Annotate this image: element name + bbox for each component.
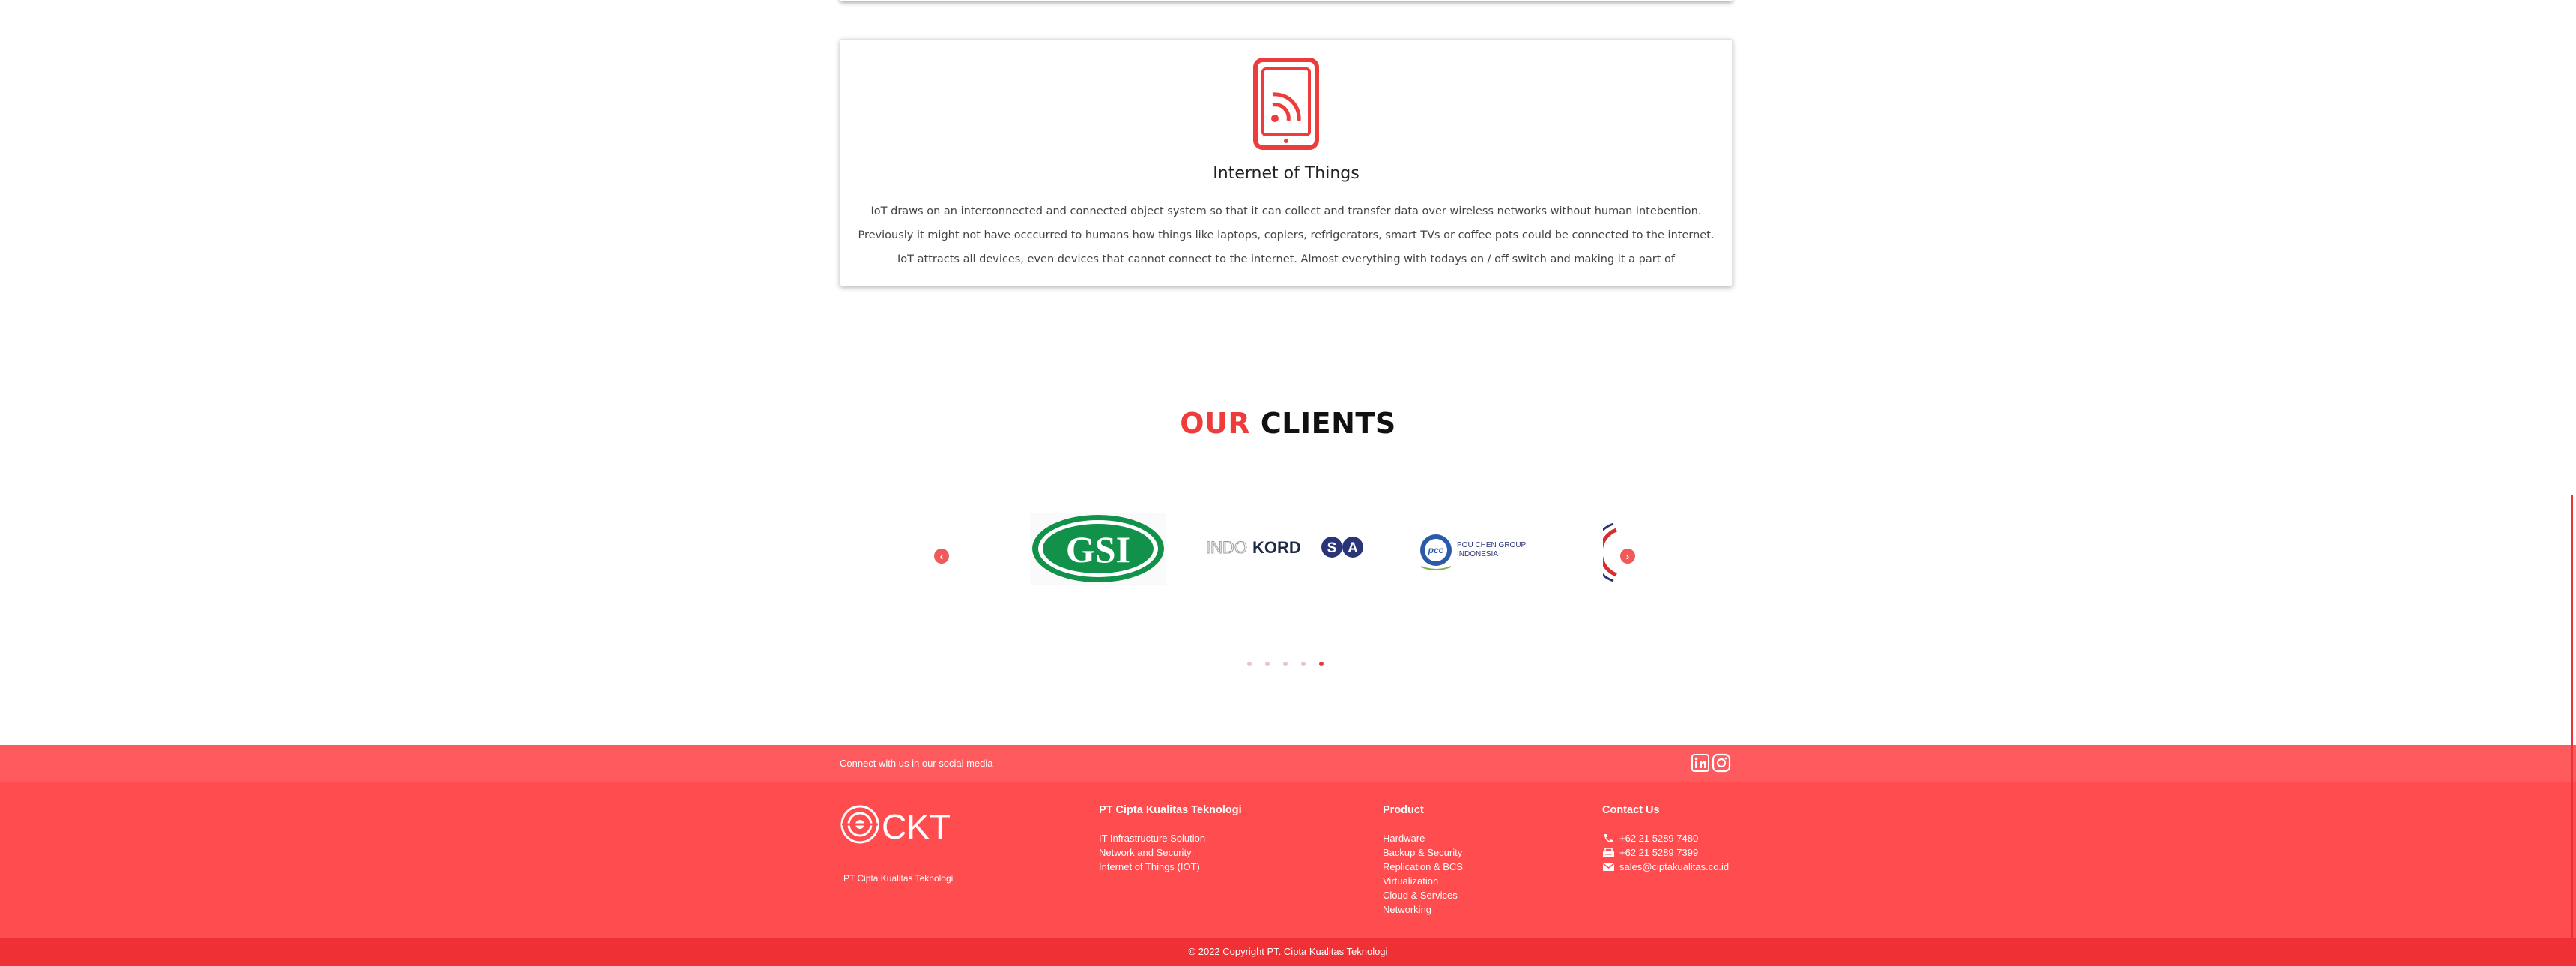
carousel-dot-active[interactable] xyxy=(1319,662,1324,666)
carousel-dot[interactable] xyxy=(1301,662,1306,666)
contact-email-text: sales@ciptakualitas.co.id xyxy=(1619,861,1730,872)
carousel-dot[interactable] xyxy=(1247,662,1252,666)
brand-name: PT Cipta Kualitas Teknologi xyxy=(843,873,954,884)
carousel-prev-button[interactable]: ‹ xyxy=(934,549,949,564)
service-description: IoT draws on an interconnected and conne… xyxy=(858,205,1715,265)
client-logo-pouchen: pcc POU CHEN GROUP INDONESIA xyxy=(1418,532,1530,574)
iot-tablet-icon xyxy=(1253,58,1319,150)
brand-logo-text: CKT xyxy=(882,807,951,846)
clients-heading-rest: CLIENTS xyxy=(1260,407,1396,440)
indokordsa-text-b: KORD xyxy=(1252,538,1301,557)
contact-email[interactable]: sales@ciptakualitas.co.id xyxy=(1602,860,1729,874)
footer-company-column: PT Cipta Kualitas Teknologi IT Infrastru… xyxy=(1099,804,1242,874)
footer-link[interactable]: Internet of Things (IOT) xyxy=(1099,860,1242,874)
svg-text:S: S xyxy=(1327,540,1337,556)
social-bar: Connect with us in our social media xyxy=(0,745,2576,782)
copyright-text: © 2022 Copyright PT. Cipta Kualitas Tekn… xyxy=(1188,946,1388,957)
contact-fax[interactable]: +62 21 5289 7399 xyxy=(1602,845,1729,860)
carousel-next-button[interactable]: › xyxy=(1620,549,1635,564)
instagram-icon[interactable] xyxy=(1712,753,1731,773)
copyright-bar: © 2022 Copyright PT. Cipta Kualitas Tekn… xyxy=(0,938,2576,966)
pouchen-line1: POU CHEN GROUP xyxy=(1457,541,1527,549)
contact-fax-text: +62 21 5289 7399 xyxy=(1619,847,1699,858)
carousel-dot[interactable] xyxy=(1265,662,1270,666)
indokordsa-text-a: INDO xyxy=(1206,538,1247,557)
footer: CKT PT Cipta Kualitas Teknologi PT Cipta… xyxy=(0,782,2576,938)
client-logo-gsi: GSI xyxy=(1030,513,1166,585)
pouchen-line2: INDONESIA xyxy=(1457,550,1498,558)
chevron-right-icon: › xyxy=(1625,550,1630,562)
carousel-dot[interactable] xyxy=(1283,662,1288,666)
footer-link[interactable]: Virtualization xyxy=(1383,874,1463,888)
service-card-iot: Internet of Things IoT draws on an inter… xyxy=(840,39,1733,286)
footer-link[interactable]: Cloud & Services xyxy=(1383,888,1463,902)
brand-logo: CKT PT Cipta Kualitas Teknologi xyxy=(840,804,967,884)
svg-text:A: A xyxy=(1348,540,1358,556)
social-text: Connect with us in our social media xyxy=(840,758,993,769)
fax-icon xyxy=(1603,847,1614,857)
client-logo-partial xyxy=(1603,522,1618,582)
chevron-left-icon: ‹ xyxy=(939,550,944,562)
pouchen-mark: pcc xyxy=(1428,545,1444,555)
scrollbar-thumb[interactable] xyxy=(2571,495,2573,966)
clients-carousel: ‹ GSI INDO KORD S A SA pcc POU CHEN GROU… xyxy=(921,502,1655,607)
footer-link[interactable]: Network and Security xyxy=(1099,845,1242,860)
phone-icon xyxy=(1604,833,1613,842)
clients-heading: OUR CLIENTS xyxy=(0,407,2576,440)
footer-link[interactable]: Backup & Security xyxy=(1383,845,1463,860)
footer-link[interactable]: Replication & BCS xyxy=(1383,860,1463,874)
footer-product-title: Product xyxy=(1383,804,1424,816)
footer-link[interactable]: Hardware xyxy=(1383,831,1463,845)
footer-contact-title: Contact Us xyxy=(1602,804,1660,816)
previous-card-edge xyxy=(840,0,1733,1)
client-logo-indokordsa: INDO KORD S A SA xyxy=(1204,532,1366,562)
footer-link[interactable]: IT Infrastructure Solution xyxy=(1099,831,1242,845)
email-icon xyxy=(1603,863,1614,871)
gsi-logo-text: GSI xyxy=(1066,528,1130,570)
contact-phone[interactable]: +62 21 5289 7480 xyxy=(1602,831,1729,845)
contact-phone-text: +62 21 5289 7480 xyxy=(1619,833,1699,844)
footer-link[interactable]: Networking xyxy=(1383,902,1463,917)
footer-company-title: PT Cipta Kualitas Teknologi xyxy=(1099,804,1242,816)
linkedin-icon[interactable] xyxy=(1691,753,1710,773)
footer-contact-column: Contact Us +62 21 5289 7480 +62 21 5289 … xyxy=(1602,804,1729,874)
service-title: Internet of Things xyxy=(1213,164,1360,183)
footer-product-column: Product Hardware Backup & Security Repli… xyxy=(1383,804,1463,917)
clients-heading-accent: OUR xyxy=(1180,407,1251,440)
